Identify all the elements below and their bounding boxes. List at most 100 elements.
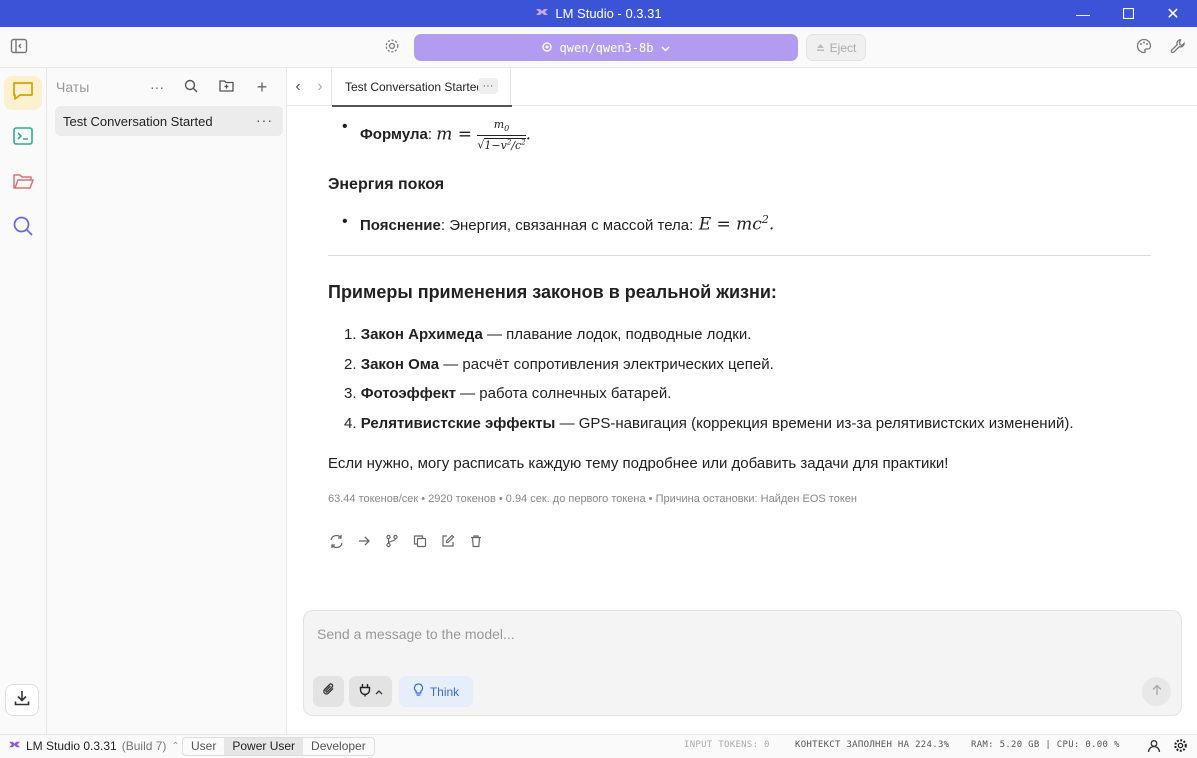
window-title-text: LM Studio - 0.3.31	[555, 6, 662, 21]
message-input[interactable]: Send a message to the model...	[317, 626, 515, 642]
app-settings-button[interactable]	[1171, 738, 1189, 756]
branch-button[interactable]	[384, 534, 400, 552]
regenerate-button[interactable]	[328, 534, 344, 553]
toggle-sidebar-button[interactable]	[6, 35, 32, 61]
chats-sidebar: Чаты ··· + Test Conversation Started ···	[47, 68, 287, 734]
tab-label: Test Conversation Started	[345, 80, 484, 94]
chats-title: Чаты	[56, 79, 90, 95]
arrow-up-icon	[1151, 683, 1163, 701]
rail-chat-button[interactable]	[4, 76, 42, 110]
resource-usage: RAM: 5.20 GB | CPU: 0.00 %	[971, 740, 1120, 750]
model-settings-button[interactable]	[379, 35, 405, 61]
model-name: qwen/qwen3-8b	[559, 40, 654, 55]
rail-discover-button[interactable]	[4, 211, 42, 245]
paperclip-icon	[322, 682, 336, 702]
theme-button[interactable]	[1131, 35, 1157, 61]
back-button[interactable]: ‹	[289, 78, 307, 96]
example-item: 1. Закон Архимеда — плавание лодок, подв…	[344, 326, 752, 343]
plug-icon	[359, 683, 371, 700]
explanation-bullet: Пояснение : Энергия, связанная с массой …	[342, 213, 775, 235]
eject-icon	[816, 41, 825, 55]
lmstudio-logo-icon	[8, 739, 21, 753]
mode-power-user[interactable]: Power User	[224, 738, 304, 755]
copy-button[interactable]	[412, 535, 428, 551]
formula-math: m = m0 √1−v2/c2 .	[436, 118, 532, 152]
think-label: Think	[429, 684, 460, 699]
left-rail	[0, 68, 47, 734]
send-button[interactable]	[1142, 677, 1171, 706]
rail-developer-button[interactable]	[4, 121, 42, 155]
arrow-right-icon	[357, 534, 371, 552]
think-toggle[interactable]: Think	[399, 676, 473, 707]
maximize-button[interactable]	[1105, 0, 1151, 27]
close-window-button[interactable]: ✕	[1150, 0, 1196, 27]
mode-user[interactable]: User	[183, 738, 224, 755]
new-folder-button[interactable]	[216, 77, 236, 97]
plus-icon: +	[256, 76, 268, 97]
energy-formula: E = mc2.	[693, 213, 775, 235]
trash-icon	[469, 534, 483, 552]
settings-wrench-button[interactable]	[1165, 35, 1191, 61]
user-button[interactable]	[1145, 738, 1163, 756]
rail-models-button[interactable]	[4, 166, 42, 200]
model-icon	[541, 41, 552, 55]
example-item: 3. Фотоэффект — работа солнечных батарей…	[344, 385, 672, 402]
explanation-label: Пояснение	[360, 216, 441, 234]
example-item: 4. Релятивистские эффекты — GPS-навигаци…	[344, 415, 1074, 432]
delete-button[interactable]	[468, 535, 484, 551]
folder-icon	[12, 171, 34, 196]
integrations-button[interactable]	[349, 676, 392, 707]
wrench-icon	[1170, 38, 1186, 59]
edit-icon	[441, 534, 455, 552]
window-title: LM Studio - 0.3.31	[535, 6, 662, 21]
chat-messages: Формула: m = m0 √1−v2/c2 . Энергия покоя…	[287, 106, 1197, 601]
message-composer[interactable]: Send a message to the model... Think	[303, 610, 1182, 716]
message-actions	[328, 534, 484, 553]
chat-list-item[interactable]: Test Conversation Started ···	[55, 106, 283, 136]
ellipsis-icon: ···	[150, 79, 164, 95]
tab-menu-button[interactable]: ···	[478, 78, 498, 94]
new-chat-button[interactable]: +	[252, 77, 272, 97]
mode-switcher: User Power User Developer	[182, 737, 375, 756]
chats-header: Чаты ··· +	[47, 68, 287, 106]
chat-item-menu-button[interactable]: ···	[256, 112, 273, 128]
gear-icon	[384, 38, 400, 59]
chevron-right-icon: ›	[317, 78, 323, 95]
attach-file-button[interactable]	[313, 676, 344, 707]
explanation-text: : Энергия, связанная с массой тела:	[440, 216, 694, 234]
chevron-up-icon	[375, 686, 383, 698]
tab-conversation[interactable]: Test Conversation Started ···	[331, 68, 512, 107]
user-icon	[1147, 739, 1161, 756]
chats-search-button[interactable]	[181, 77, 201, 97]
lmstudio-logo-icon	[535, 6, 549, 21]
minimize-button[interactable]: —	[1060, 0, 1106, 27]
refresh-icon	[329, 534, 344, 553]
forward-button[interactable]: ›	[311, 78, 329, 96]
example-item: 2. Закон Ома — расчёт сопротивления элек…	[344, 356, 774, 373]
branch-icon	[385, 534, 399, 552]
terminal-icon	[12, 126, 34, 151]
chat-item-title: Test Conversation Started	[63, 113, 213, 129]
formula-label: Формула	[360, 126, 428, 144]
divider	[328, 255, 1151, 256]
rail-downloads-button[interactable]	[5, 684, 39, 716]
chevron-up-icon[interactable]: ⌃	[171, 741, 179, 752]
window-titlebar: LM Studio - 0.3.31 — ✕	[0, 0, 1197, 27]
app-version: LM Studio 0.3.31 (Build 7) ⌃	[8, 739, 180, 753]
edit-button[interactable]	[440, 534, 456, 552]
chevron-down-icon	[661, 41, 670, 55]
chevron-left-icon: ‹	[295, 78, 301, 95]
input-tokens: INPUT TOKENS: 0	[684, 740, 770, 750]
folder-plus-icon	[218, 79, 234, 95]
status-bar: LM Studio 0.3.31 (Build 7) ⌃ User Power …	[0, 734, 1197, 758]
mode-developer[interactable]: Developer	[303, 738, 374, 755]
generation-stats: 63.44 токенов/сек • 2920 токенов • 0.94 …	[328, 493, 857, 505]
chats-more-button[interactable]: ···	[147, 77, 167, 97]
gear-icon	[1173, 738, 1188, 756]
eject-button[interactable]: Eject	[806, 34, 866, 61]
context-usage: КОНТЕКСТ ЗАПОЛНЕН НА 224.3%	[795, 740, 950, 750]
search-icon	[184, 79, 198, 96]
continue-button[interactable]	[356, 535, 372, 551]
model-selector[interactable]: qwen/qwen3-8b	[414, 34, 798, 61]
top-toolbar: qwen/qwen3-8b Eject	[0, 27, 1197, 68]
